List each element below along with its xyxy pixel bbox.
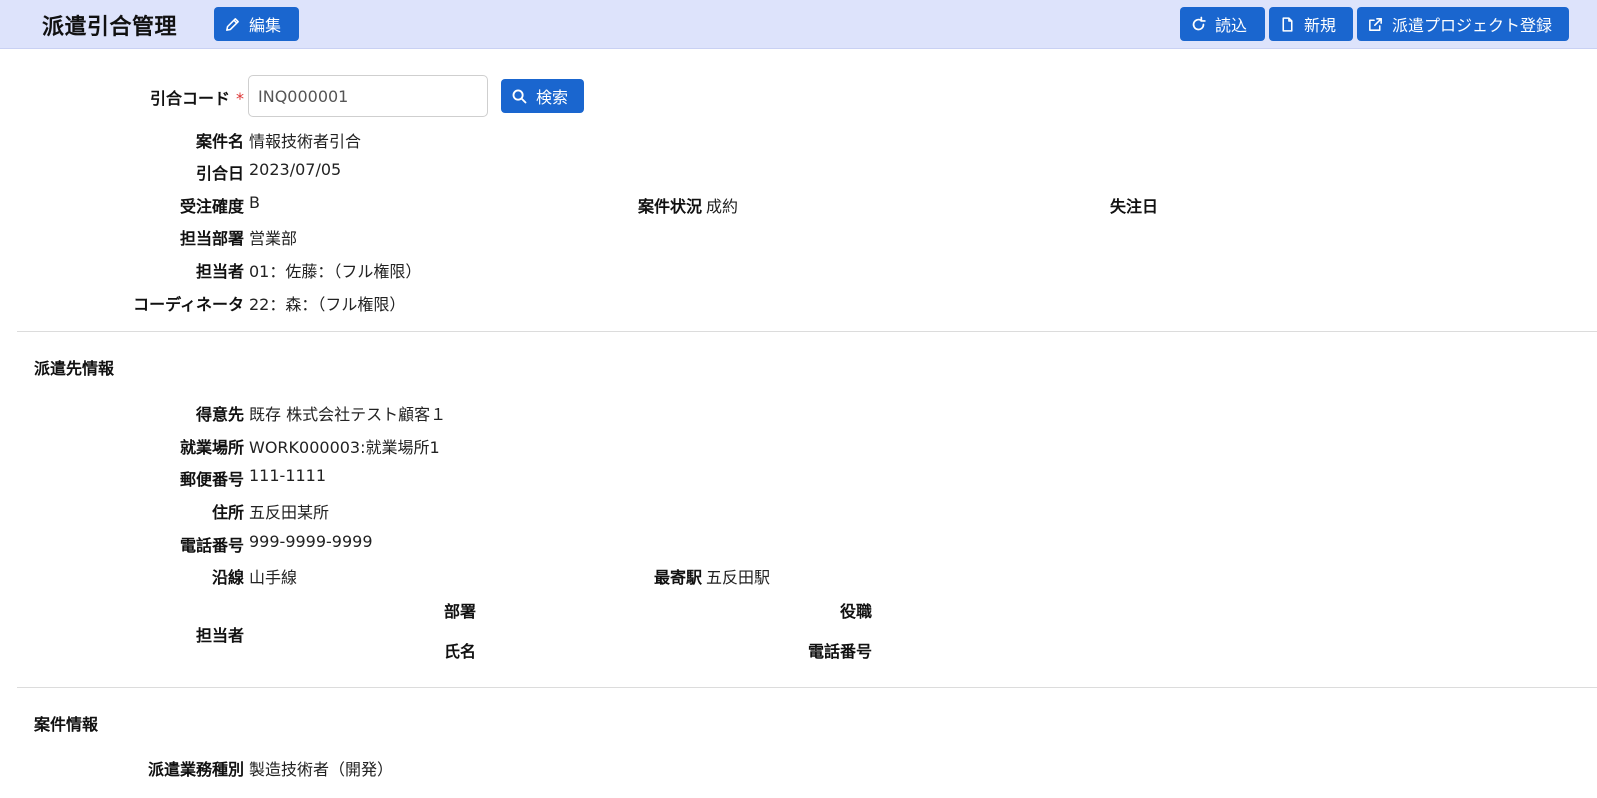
train-line-value: 山手線	[249, 568, 298, 587]
edit-button-label: 編集	[249, 16, 282, 35]
register-project-button-label: 派遣プロジェクト登録	[1392, 16, 1553, 35]
page-header: 派遣引合管理 編集 読込 新規 派遣プロジェクト登録	[0, 0, 1597, 49]
contact-person-label: 担当者	[195, 626, 244, 645]
case-section-title: 案件情報	[34, 715, 99, 734]
order-certainty-value: B	[249, 193, 260, 212]
department-value: 営業部	[249, 229, 298, 248]
lost-date-label: 失注日	[1109, 197, 1158, 216]
load-button[interactable]: 読込	[1180, 7, 1265, 41]
case-name-value: 情報技術者引合	[249, 132, 362, 151]
workplace-value: WORK000003:就業場所1	[249, 438, 440, 457]
case-status-value: 成約	[706, 197, 739, 216]
client-value: 既存 株式会社テスト顧客１	[249, 405, 447, 424]
pencil-icon	[226, 17, 239, 31]
contact-phone-label: 電話番号	[807, 642, 872, 661]
new-button[interactable]: 新規	[1269, 7, 1353, 41]
postal-code-value: 111-1111	[249, 466, 327, 485]
contact-name-label: 氏名	[444, 642, 477, 661]
inquiry-date-value: 2023/07/05	[249, 160, 342, 179]
inquiry-code-label: 引合コード *	[149, 89, 244, 108]
person-in-charge-label: 担当者	[195, 262, 244, 281]
load-button-label: 読込	[1215, 16, 1248, 35]
section-divider	[17, 687, 1597, 688]
dispatch-job-type-label: 派遣業務種別	[147, 760, 244, 779]
phone-label: 電話番号	[179, 536, 244, 555]
case-name-label: 案件名	[195, 132, 244, 151]
order-certainty-label: 受注確度	[179, 197, 244, 216]
dispatch-section-title: 派遣先情報	[34, 359, 115, 378]
new-button-label: 新規	[1304, 16, 1337, 35]
coordinator-value: 22：森：（フル権限）	[249, 295, 406, 314]
required-mark: *	[236, 89, 244, 108]
contact-title-label: 役職	[839, 602, 872, 621]
phone-value: 999-9999-9999	[249, 532, 373, 551]
external-link-icon	[1369, 17, 1382, 31]
page-title: 派遣引合管理	[42, 15, 178, 40]
address-value: 五反田某所	[249, 503, 330, 522]
search-button-label: 検索	[536, 88, 569, 107]
dispatch-job-type-value: 製造技術者（開発）	[249, 760, 394, 779]
case-status-label: 案件状況	[637, 197, 702, 216]
section-divider	[17, 331, 1597, 332]
contact-department-label: 部署	[444, 602, 477, 621]
postal-code-label: 郵便番号	[179, 470, 244, 489]
person-in-charge-value: 01：佐藤：（フル権限）	[249, 262, 422, 281]
workplace-label: 就業場所	[179, 438, 244, 457]
train-line-label: 沿線	[211, 568, 244, 587]
inquiry-code-input[interactable]	[248, 75, 488, 117]
nearest-station-value: 五反田駅	[706, 568, 771, 587]
file-icon	[1282, 16, 1293, 32]
register-project-button[interactable]: 派遣プロジェクト登録	[1357, 7, 1569, 41]
nearest-station-label: 最寄駅	[653, 568, 702, 587]
client-label: 得意先	[195, 405, 244, 424]
address-label: 住所	[211, 503, 244, 522]
search-button[interactable]: 検索	[501, 79, 584, 113]
inquiry-date-label: 引合日	[195, 164, 244, 183]
refresh-icon	[1192, 16, 1206, 30]
search-icon	[512, 89, 527, 103]
edit-button[interactable]: 編集	[214, 7, 299, 41]
department-label: 担当部署	[179, 229, 244, 248]
coordinator-label: コーディネータ	[133, 295, 244, 314]
